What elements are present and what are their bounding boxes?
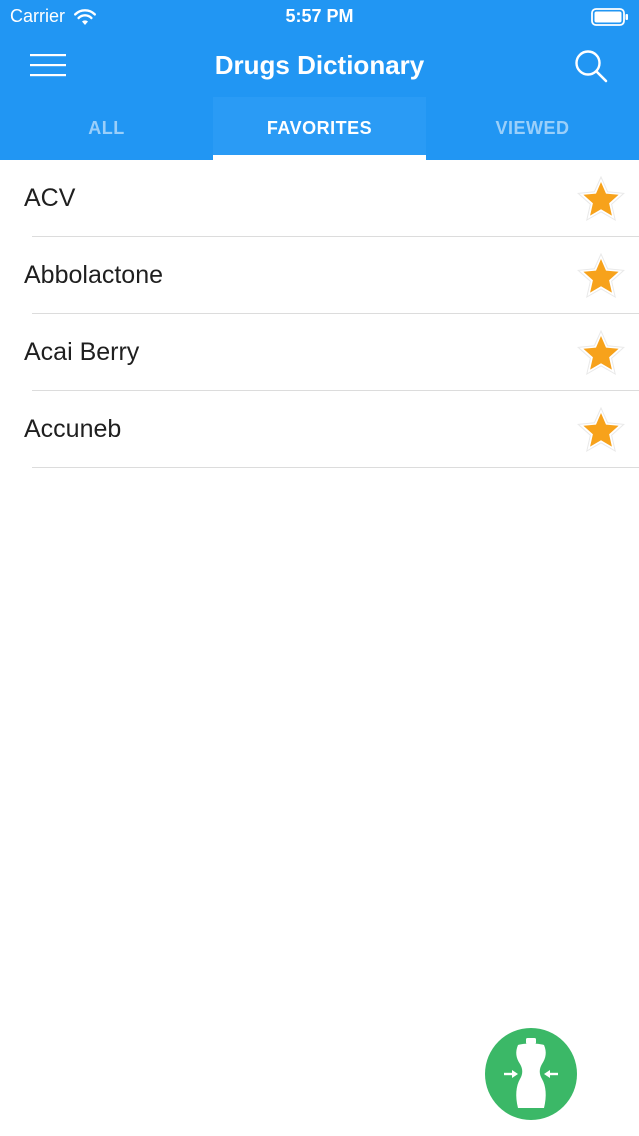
star-icon	[577, 329, 625, 376]
favorites-list: ACV Abbolactone Acai Berry Accuneb	[0, 160, 639, 468]
list-item[interactable]: Accuneb	[0, 391, 639, 468]
star-icon	[577, 175, 625, 222]
favorite-toggle[interactable]	[575, 328, 627, 380]
drug-name: Abbolactone	[24, 261, 164, 289]
tab-favorites[interactable]: FAVORITES	[213, 97, 426, 160]
search-icon	[575, 50, 608, 83]
drug-name: ACV	[24, 184, 76, 212]
drug-name: Accuneb	[24, 415, 122, 443]
tab-bar: ALL FAVORITES VIEWED	[0, 97, 639, 160]
app-root: Carrier 5:57 PM Drugs Dictionary ALL FAV…	[0, 0, 639, 1136]
favorite-toggle[interactable]	[575, 405, 627, 457]
header: Carrier 5:57 PM Drugs Dictionary ALL FAV…	[0, 0, 639, 160]
nav-bar: Drugs Dictionary	[0, 34, 639, 96]
page-title: Drugs Dictionary	[214, 50, 425, 80]
list-item[interactable]: Abbolactone	[0, 237, 639, 314]
battery-icon	[591, 8, 628, 26]
drug-name: Acai Berry	[24, 338, 140, 366]
tab-all[interactable]: ALL	[0, 97, 213, 160]
star-icon	[577, 252, 625, 299]
favorite-toggle[interactable]	[575, 251, 627, 303]
favorite-toggle[interactable]	[575, 174, 627, 226]
status-time: 5:57 PM	[285, 6, 354, 26]
search-button[interactable]	[571, 46, 611, 86]
tab-viewed[interactable]: VIEWED	[426, 97, 639, 160]
list-item[interactable]: ACV	[0, 160, 639, 237]
body-fit-fab-button[interactable]	[485, 1028, 577, 1120]
status-bar: Carrier 5:57 PM	[0, 0, 639, 34]
list-item[interactable]: Acai Berry	[0, 314, 639, 391]
body-fit-icon	[504, 1038, 558, 1108]
star-icon	[577, 406, 625, 453]
